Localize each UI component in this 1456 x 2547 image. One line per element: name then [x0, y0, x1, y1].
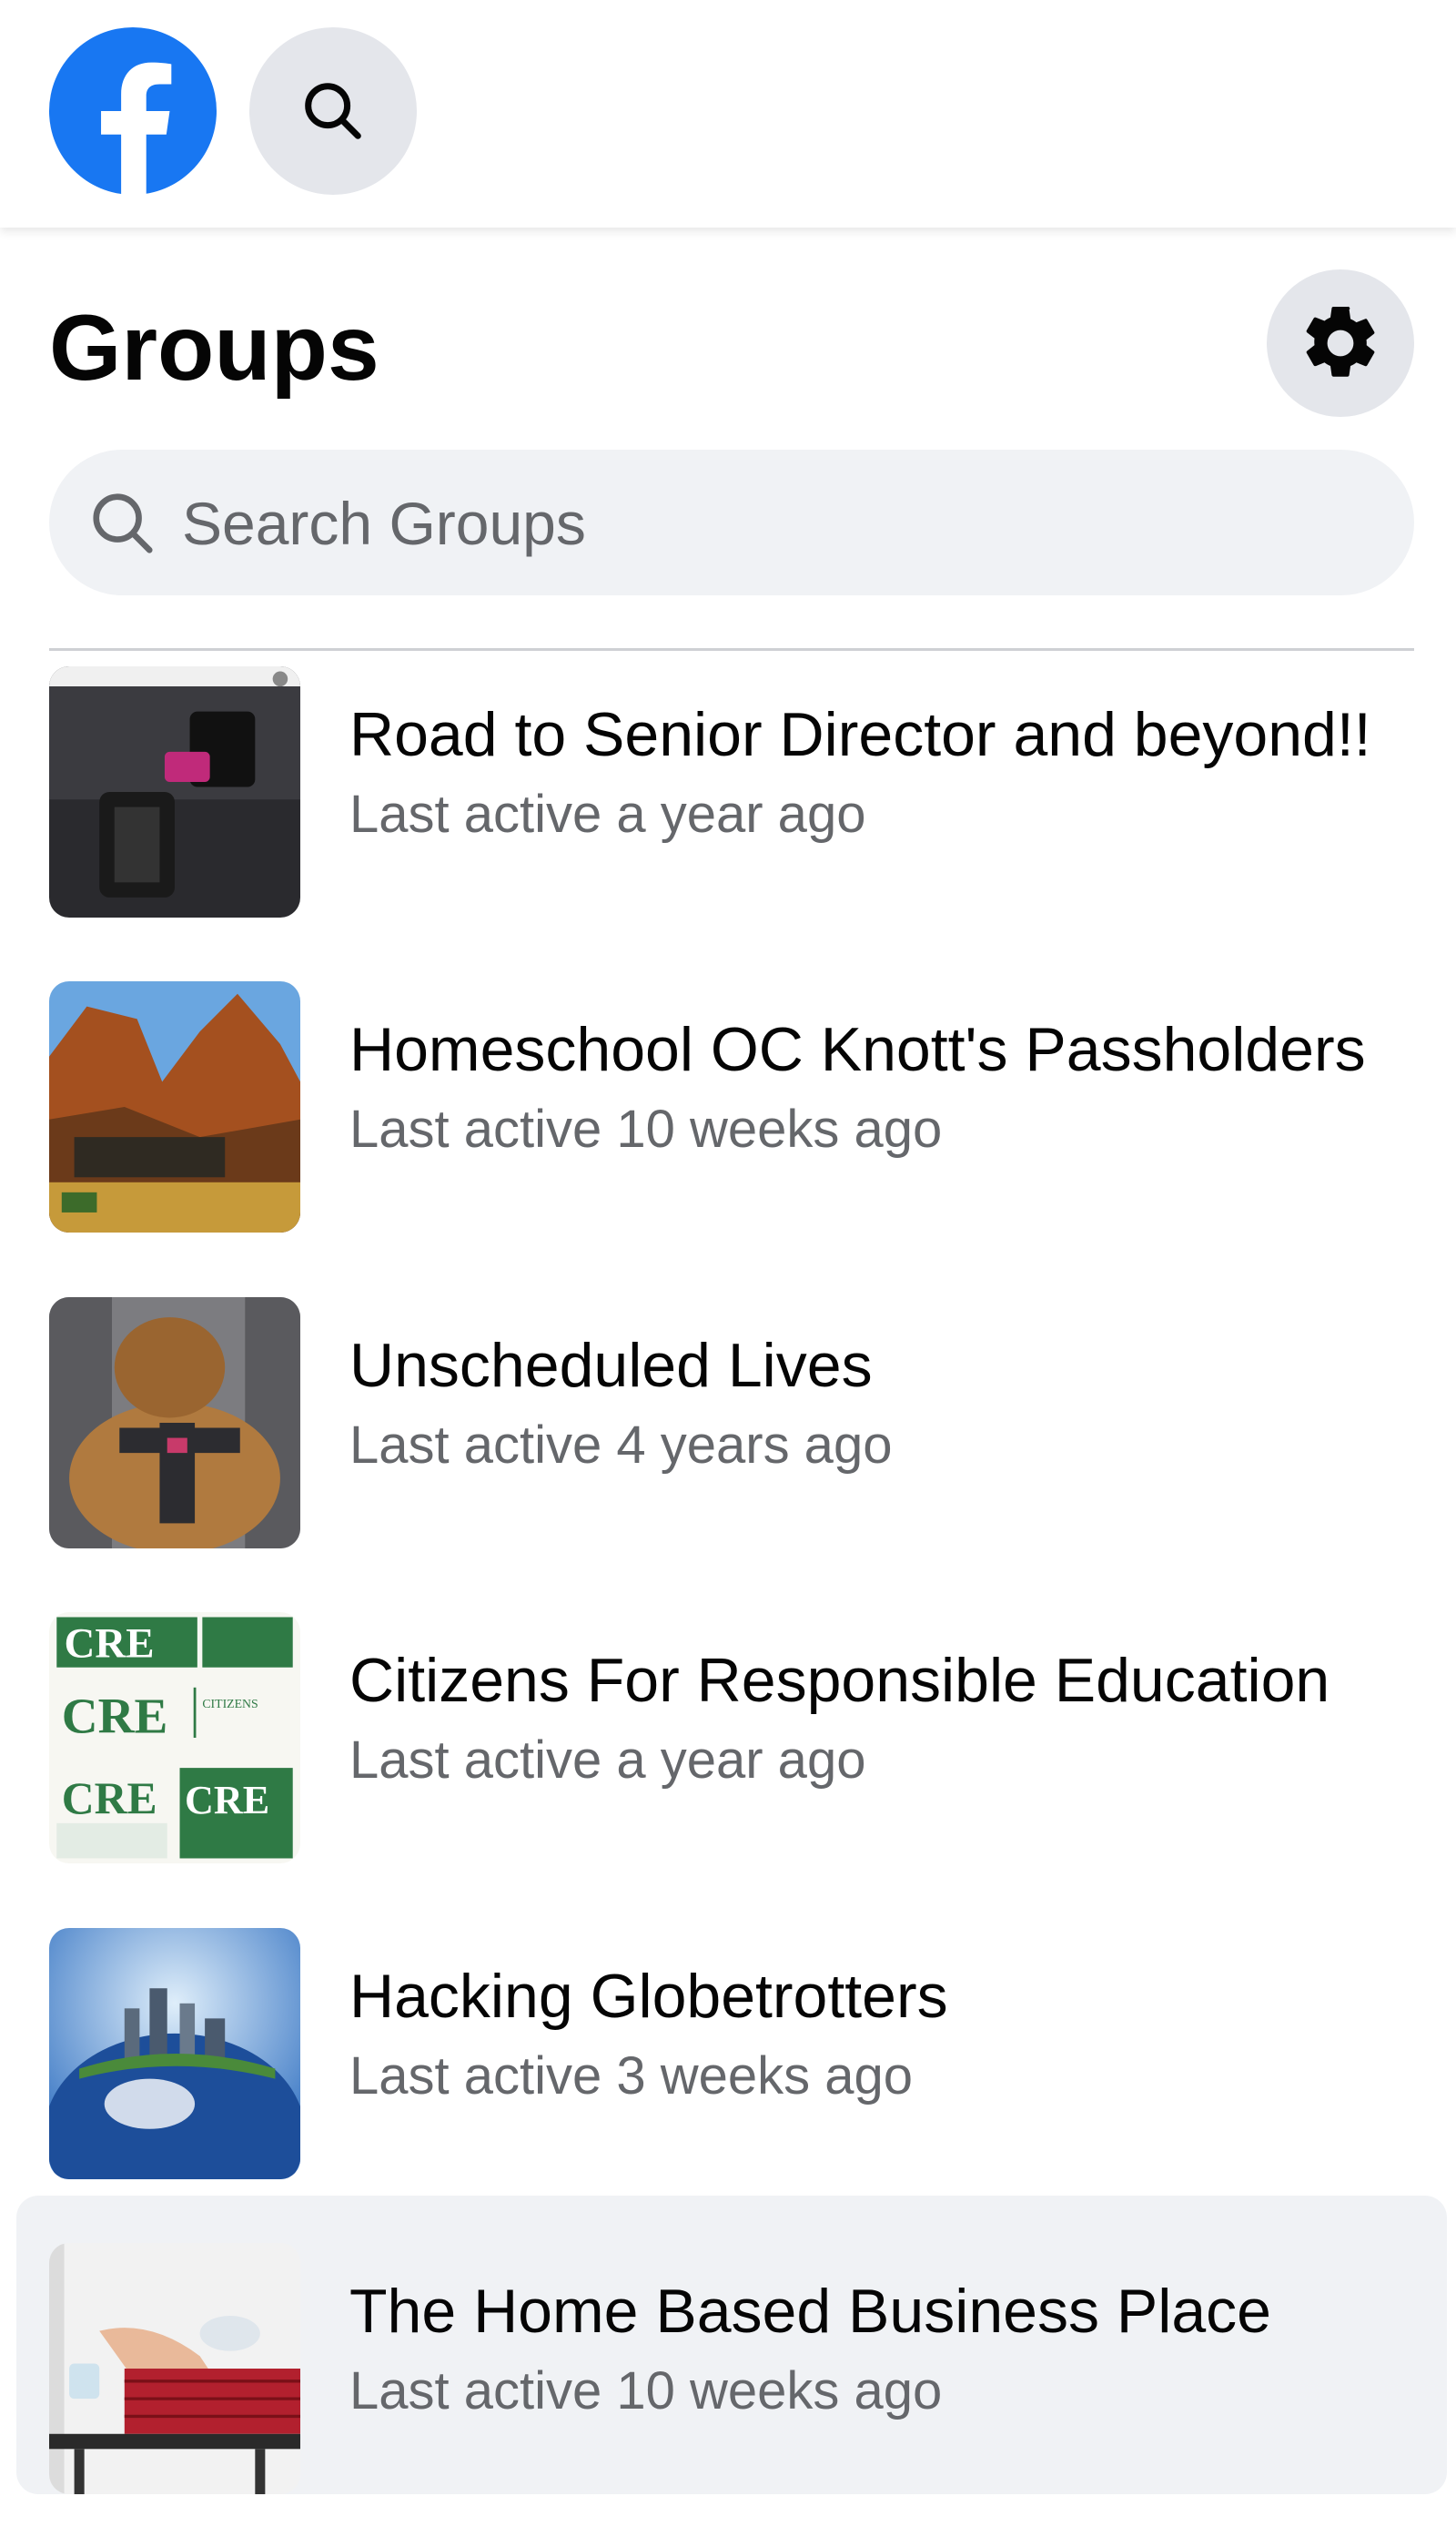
cre-citizens-text: CITIZENS	[202, 1697, 258, 1710]
group-thumbnail: CRE CRE CITIZENS CRE CRE	[49, 1612, 300, 1863]
top-bar	[0, 0, 1456, 228]
gear-icon	[1306, 306, 1375, 377]
group-thumbnail	[49, 1928, 300, 2179]
group-item[interactable]: CRE CRE CITIZENS CRE CRE Citizens For Re…	[16, 1565, 1447, 1863]
group-thumbnail	[49, 666, 300, 918]
svg-text:CRE: CRE	[62, 1773, 157, 1823]
search-icon	[93, 493, 153, 553]
svg-text:CRE: CRE	[185, 1778, 269, 1822]
facebook-logo-icon[interactable]	[49, 27, 217, 195]
group-last-active: Last active 10 weeks ago	[349, 2361, 943, 2420]
search-groups-input[interactable]	[180, 450, 1367, 597]
group-name: Hacking Globetrotters	[349, 1962, 948, 2031]
group-thumbnail	[49, 2243, 300, 2494]
group-item[interactable]: The Home Based Business Place Last activ…	[16, 2196, 1447, 2494]
group-last-active: Last active 3 weeks ago	[349, 2046, 914, 2106]
svg-text:CRE: CRE	[62, 1688, 168, 1743]
group-item[interactable]: Homeschool OC Knott's Passholders Last a…	[16, 934, 1447, 1233]
group-item[interactable]: Hacking Globetrotters Last active 3 week…	[16, 1881, 1447, 2179]
page-title: Groups	[49, 296, 379, 400]
svg-text:CRE: CRE	[65, 1620, 155, 1668]
group-name: Road to Senior Director and beyond!!	[349, 700, 1371, 769]
group-name: Citizens For Responsible Education	[349, 1646, 1330, 1715]
search-groups-field[interactable]	[49, 450, 1414, 597]
group-last-active: Last active a year ago	[349, 1730, 866, 1790]
group-last-active: Last active a year ago	[349, 785, 866, 844]
group-last-active: Last active 4 years ago	[349, 1416, 893, 1475]
group-name: The Home Based Business Place	[349, 2277, 1271, 2346]
group-item[interactable]: Road to Senior Director and beyond!! Las…	[16, 619, 1447, 918]
search-icon	[305, 83, 361, 139]
group-thumbnail	[49, 1297, 300, 1548]
group-thumbnail	[49, 981, 300, 1233]
group-name: Homeschool OC Knott's Passholders	[349, 1015, 1366, 1084]
group-name: Unscheduled Lives	[349, 1331, 873, 1400]
group-item[interactable]: Unscheduled Lives Last active 4 years ag…	[16, 1250, 1447, 1548]
settings-button[interactable]	[1267, 269, 1414, 417]
group-last-active: Last active 10 weeks ago	[349, 1100, 943, 1159]
search-button[interactable]	[249, 27, 417, 195]
